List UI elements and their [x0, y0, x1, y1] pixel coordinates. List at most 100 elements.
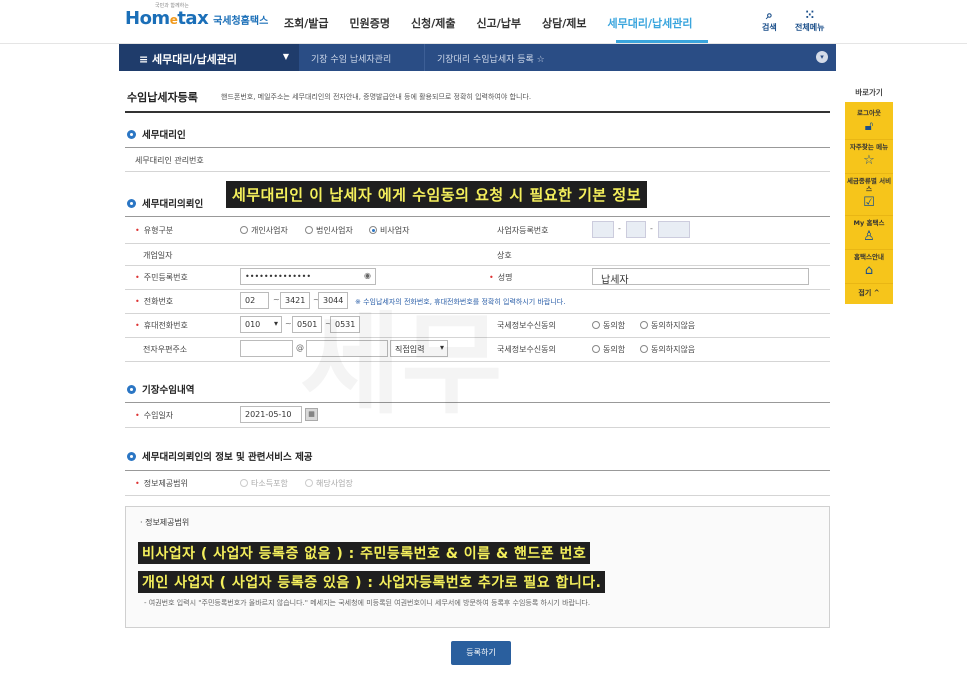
row-divider [125, 289, 830, 290]
gnb-item-certificate[interactable]: 민원증명 [350, 15, 390, 31]
section-bullet-icon [127, 199, 136, 208]
rrn-label: • 주민등록번호 [135, 273, 188, 282]
search-button[interactable]: ⌕ 검색 [762, 8, 777, 33]
keypad-icon[interactable]: ◉ [364, 271, 371, 280]
gnb-item-apply[interactable]: 신청/제출 [411, 15, 456, 31]
breadcrumb-level2[interactable]: 기장대리 수임납세자 등록 ☆ [437, 52, 545, 65]
row-divider [125, 361, 830, 362]
lock-icon: 🔓︎ [864, 119, 874, 134]
caption-overlay-1: 세무대리인 이 납세자 에게 수임동의 요청 시 필요한 기본 정보 [226, 181, 648, 208]
radio-selected-icon [369, 226, 377, 234]
dash-separator: ~ [273, 295, 280, 304]
logo-wordmark: Hometax [125, 8, 209, 29]
trade-name-label: 상호 [497, 251, 512, 260]
contract-date-input[interactable]: 2021-05-10 [240, 406, 302, 423]
consent2-agree-radio[interactable]: 동의함 [592, 344, 625, 355]
radio-corporate-business[interactable]: 법인사업자 [305, 225, 353, 236]
quick-my-hometax[interactable]: My 홈택스 ♙ [845, 216, 893, 250]
subnav-section-dropdown[interactable]: ≡ 세무대리/납세관리 ▼ [119, 44, 299, 71]
star-icon: ☆ [863, 153, 875, 168]
radio-circle-icon [640, 321, 648, 329]
radio-non-business[interactable]: 비사업자 [369, 225, 409, 236]
radio-individual-business[interactable]: 개인사업자 [240, 225, 288, 236]
name-input[interactable]: 납세자 [592, 268, 809, 285]
section-info-service-title: 세무대리의뢰인의 정보 및 관련서비스 제공 [127, 449, 313, 463]
gnb-item-tax-agent[interactable]: 세무대리/납세관리 [607, 15, 692, 31]
mobile-input-3[interactable]: 0531 [330, 316, 360, 333]
quick-favorites[interactable]: 자주찾는 메뉴 ☆ [845, 140, 893, 174]
brn-input-2[interactable] [626, 221, 646, 238]
info-notice-line: - 여권번호 입력시 "주민등록번호가 올바르지 않습니다." 메세지는 국세청… [144, 599, 591, 607]
radio-circle-icon [240, 226, 248, 234]
section-bullet-icon [127, 130, 136, 139]
caption-overlay-3: 개인 사업자 ( 사업자 등록증 있음 ) : 사업자등록번호 추가로 필요 합… [138, 571, 606, 593]
mobile-input-2[interactable]: 0501 [292, 316, 322, 333]
quick-fold-button[interactable]: 접기 ^ [845, 284, 893, 300]
quick-guide[interactable]: 홈택스안내 ⌂ [845, 250, 893, 284]
scope-label: • 정보제공범위 [135, 479, 188, 488]
radio-circle-icon [592, 345, 600, 353]
all-menu-button[interactable]: ⁙ 전체메뉴 [795, 8, 824, 33]
collapse-circle-icon[interactable]: ▾ [816, 51, 828, 63]
radio-circle-icon [640, 345, 648, 353]
section-bullet-icon [127, 385, 136, 394]
quick-tax-service[interactable]: 세금종류별 서비스 ☑ [845, 174, 893, 216]
phone-input-3[interactable]: 3044 [318, 292, 348, 309]
consent1-disagree-radio[interactable]: 동의하지않음 [640, 320, 695, 331]
scope-workplace-radio[interactable]: 해당사업장 [305, 478, 353, 489]
person-icon: ♙ [863, 229, 875, 244]
row-divider [125, 243, 830, 244]
email-at-sign: @ [296, 343, 304, 352]
consent1-agree-radio[interactable]: 동의함 [592, 320, 625, 331]
row-divider [125, 171, 830, 172]
info-notice-title: · 정보제공범위 [140, 518, 190, 527]
radio-circle-icon [305, 479, 313, 487]
table-top-border [125, 216, 830, 217]
hometax-logo[interactable]: 국민과 함께하는 Hometax 국세청홈택스 [125, 3, 269, 29]
radio-circle-icon [592, 321, 600, 329]
consent2-disagree-radio[interactable]: 동의하지않음 [640, 344, 695, 355]
global-nav: 조회/발급 민원증명 신청/제출 신고/납부 상담/제보 세무대리/납세관리 [284, 15, 713, 31]
phone-input-2[interactable]: 3421 [280, 292, 310, 309]
section-contract-title: 기장수임내역 [127, 382, 194, 396]
register-button[interactable]: 등록하기 [451, 641, 511, 665]
page-header: 수임납세자등록 핸드폰번호, 메일주소는 세무대리인의 전자안내, 증명발급안내… [125, 85, 830, 113]
email-domain-input[interactable] [306, 340, 388, 357]
house-icon: ⌂ [864, 263, 874, 278]
section-bullet-icon [127, 452, 136, 461]
mobile-prefix-select[interactable]: 010 [240, 316, 282, 333]
logo-subtitle: 국세청홈택스 [213, 16, 269, 27]
breadcrumb-divider [424, 44, 425, 71]
rrn-input[interactable]: •••••••••••••• [240, 268, 376, 285]
phone-input-1[interactable]: 02 [240, 292, 269, 309]
menu-icon: ≡ [139, 53, 153, 66]
logo-tagline: 국민과 함께하는 [155, 3, 189, 9]
brn-input-3[interactable] [658, 221, 690, 238]
quick-logout[interactable]: 로그아웃 🔓︎ [845, 106, 893, 140]
table-top-border [125, 147, 830, 148]
gnb-item-report[interactable]: 신고/납부 [476, 15, 521, 31]
breadcrumb-level1[interactable]: 기장 수임 납세자관리 [311, 52, 391, 65]
radio-circle-icon [305, 226, 313, 234]
email-id-input[interactable] [240, 340, 293, 357]
dropdown-arrow-icon: ▼ [282, 52, 289, 61]
row-divider [125, 427, 830, 428]
consent2-label: 국세정보수신동의 [497, 345, 556, 354]
phone-label: • 전화번호 [135, 297, 174, 306]
brn-input-1[interactable] [592, 221, 614, 238]
open-date-label: 개업일자 [143, 251, 173, 260]
left-margin [0, 0, 119, 688]
scope-include-radio[interactable]: 타소득포함 [240, 478, 288, 489]
gnb-item-consult[interactable]: 상담/제보 [542, 15, 587, 31]
top-header: 국민과 함께하는 Hometax 국세청홈택스 조회/발급 민원증명 신청/제출… [0, 0, 967, 44]
email-domain-select[interactable]: 직접입력 [390, 340, 448, 357]
gnb-item-inquiry[interactable]: 조회/발급 [284, 15, 329, 31]
dash-separator: ~ [285, 319, 292, 328]
brn-label: 사업자등록번호 [497, 226, 549, 235]
name-label: • 성명 [489, 273, 513, 282]
calendar-icon[interactable]: ▦ [305, 408, 318, 421]
quick-menu-panel: 로그아웃 🔓︎ 자주찾는 메뉴 ☆ 세금종류별 서비스 ☑ My 홈택스 ♙ 홈… [845, 102, 893, 304]
grid-icon: ⁙ [804, 8, 815, 22]
info-notice-box: · 정보제공범위 - 여권번호 입력시 "주민등록번호가 올바르지 않습니다."… [125, 506, 830, 628]
search-label: 검색 [762, 23, 777, 32]
